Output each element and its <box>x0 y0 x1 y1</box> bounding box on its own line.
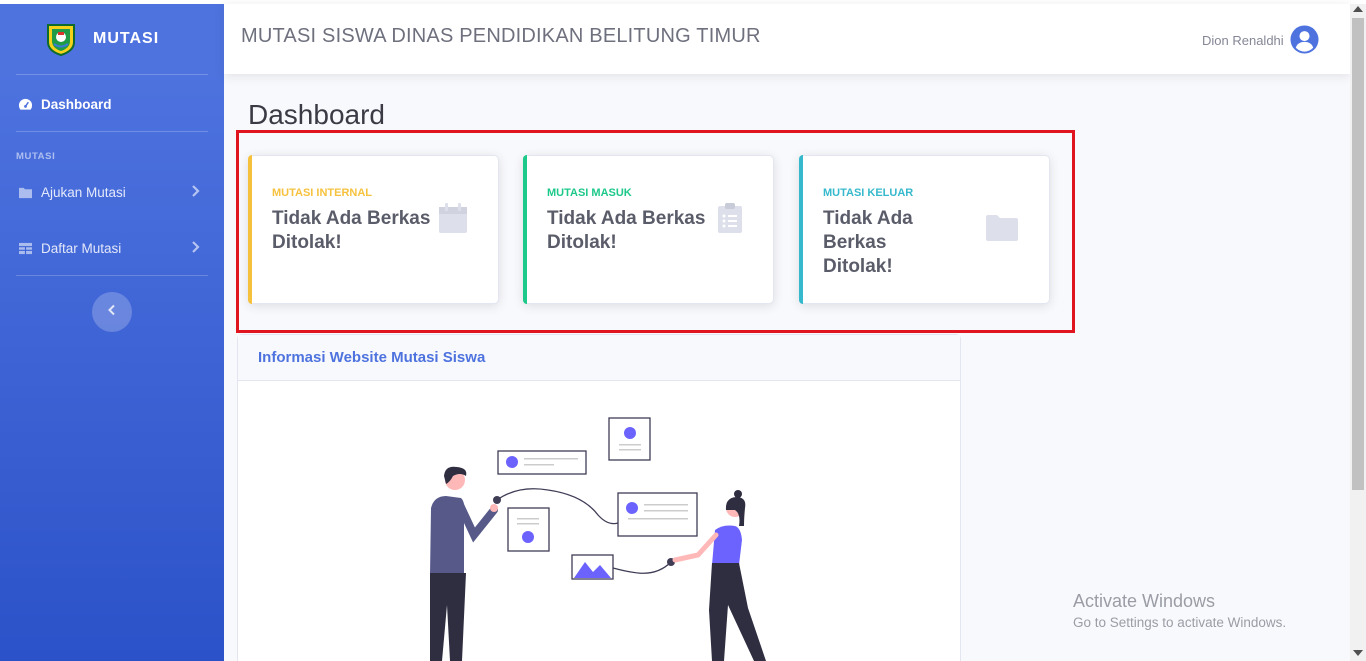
folder-icon <box>985 214 1019 247</box>
watermark-subtitle: Go to Settings to activate Windows. <box>1073 615 1287 630</box>
sidebar-item-label: Dashboard <box>41 96 112 112</box>
sidebar-toggle-button[interactable] <box>92 292 132 332</box>
sidebar-divider <box>16 131 208 132</box>
card-value: Tidak Ada Berkas Ditolak! <box>547 208 706 253</box>
scrollbar-thumb[interactable] <box>1352 18 1364 490</box>
user-name[interactable]: Dion Renaldhi <box>1202 33 1284 48</box>
sidebar: MUTASI Dashboard MUTASI Ajukan Mutasi Da… <box>0 4 224 661</box>
table-icon <box>17 240 33 256</box>
chevron-right-icon <box>191 240 205 256</box>
sidebar-item-label: Daftar Mutasi <box>41 240 122 256</box>
calendar-icon <box>438 202 468 239</box>
people-connecting-illustration <box>398 410 778 661</box>
card-value: Tidak Ada Berkas Ditolak! <box>823 208 913 277</box>
info-card-title: Informasi Website Mutasi Siswa <box>258 349 486 366</box>
user-avatar-icon[interactable] <box>1290 25 1319 54</box>
card-accent-bar <box>799 155 803 304</box>
tachometer-icon <box>17 96 33 112</box>
scroll-up-arrow-icon[interactable] <box>1353 6 1363 12</box>
sidebar-brand[interactable]: MUTASI <box>0 4 224 74</box>
card-accent-bar <box>248 155 252 304</box>
sidebar-item-daftar-mutasi[interactable]: Daftar Mutasi <box>0 228 224 268</box>
brand-name: MUTASI <box>93 30 160 47</box>
chevron-left-icon <box>107 303 117 321</box>
topbar: MUTASI SISWA DINAS PENDIDIKAN BELITUNG T… <box>224 4 1350 74</box>
folder-icon <box>17 184 33 200</box>
sidebar-item-label: Ajukan Mutasi <box>41 184 126 200</box>
card-mutasi-keluar: MUTASI KELUAR Tidak Ada Berkas Ditolak! <box>799 155 1050 304</box>
card-value: Tidak Ada Berkas Ditolak! <box>272 208 431 253</box>
sidebar-divider <box>16 275 208 276</box>
watermark-title: Activate Windows <box>1073 591 1216 611</box>
card-mutasi-masuk: MUTASI MASUK Tidak Ada Berkas Ditolak! <box>523 155 774 304</box>
sidebar-item-dashboard[interactable]: Dashboard <box>0 84 224 124</box>
info-card-header: Informasi Website Mutasi Siswa <box>238 335 960 381</box>
sidebar-heading: MUTASI <box>16 151 56 162</box>
belitung-timur-logo <box>44 22 78 57</box>
page-title: Dashboard <box>248 99 385 130</box>
card-label: MUTASI MASUK <box>547 187 632 199</box>
sidebar-item-ajukan-mutasi[interactable]: Ajukan Mutasi <box>0 172 224 212</box>
windows-activation-watermark: Activate Windows Go to Settings to activ… <box>1073 591 1286 630</box>
clipboard-list-icon <box>717 202 743 239</box>
card-accent-bar <box>523 155 527 304</box>
card-label: MUTASI INTERNAL <box>272 187 373 199</box>
card-mutasi-internal: MUTASI INTERNAL Tidak Ada Berkas Ditolak… <box>248 155 499 304</box>
card-label: MUTASI KELUAR <box>823 187 914 199</box>
topbar-title: MUTASI SISWA DINAS PENDIDIKAN BELITUNG T… <box>241 25 761 47</box>
scroll-down-arrow-icon[interactable] <box>1353 650 1363 656</box>
sidebar-divider <box>16 74 208 75</box>
chevron-right-icon <box>191 184 205 200</box>
